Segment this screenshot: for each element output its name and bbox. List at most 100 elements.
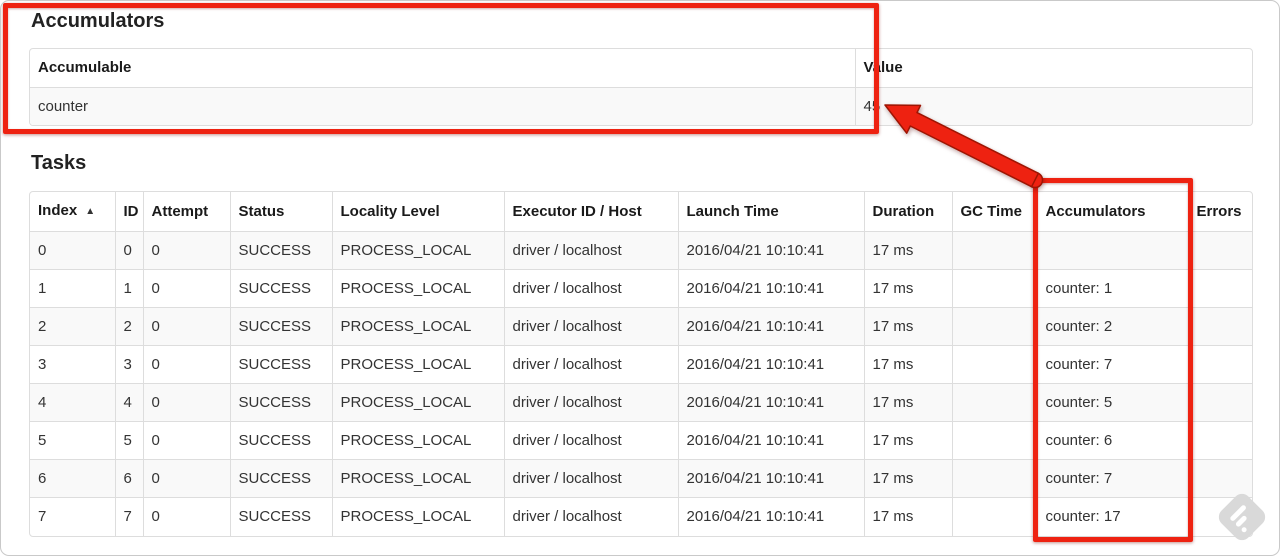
table-cell: 2016/04/21 10:10:41 [677,231,864,270]
table-row: 1 1 0 SUCCESS PROCESS_LOCAL driver / localhos… [30,269,1252,308]
table-cell [951,421,1037,460]
table-cell: 45 [854,86,1252,125]
table-header-row: Accumulable Value [30,49,1252,87]
table-cell: 17 ms [863,421,952,460]
table-cell: counter: 6 [1036,421,1188,460]
table-cell: 3 [30,345,115,384]
table-cell: 0 [142,421,230,460]
table-cell [951,497,1037,536]
table-cell: 17 ms [863,269,952,308]
table-cell: driver / localhost [503,307,678,346]
table-cell [1187,459,1252,498]
table-cell: 0 [142,269,230,308]
spark-ui-page: Accumulators Accumulable Value counter 45… [0,0,1280,556]
table-cell: 2016/04/21 10:10:41 [677,421,864,460]
column-header-locality-level[interactable]: Locality Level [331,192,504,232]
table-cell: PROCESS_LOCAL [331,421,504,460]
column-header-gc-time[interactable]: GC Time [951,192,1037,232]
column-header-label: Index [38,202,78,219]
column-header-value[interactable]: Value [854,49,1252,87]
table-cell: 1 [30,269,115,308]
table-cell [951,269,1037,308]
table-cell: driver / localhost [503,421,678,460]
table-cell: 0 [142,307,230,346]
table-cell: counter: 2 [1036,307,1188,346]
table-cell: counter: 7 [1036,459,1188,498]
table-cell: 2016/04/21 10:10:41 [677,307,864,346]
table-cell: SUCCESS [229,497,332,536]
table-cell: 5 [114,421,143,460]
column-header-duration[interactable]: Duration [863,192,952,232]
column-header-errors[interactable]: Errors [1187,192,1252,232]
table-row: counter 45 [30,86,1252,125]
table-cell: driver / localhost [503,383,678,422]
table-cell: PROCESS_LOCAL [331,459,504,498]
table-cell [1036,231,1188,270]
column-header-index[interactable]: Index ▲ [30,192,115,232]
table-cell [1187,269,1252,308]
table-cell [951,307,1037,346]
table-cell: counter: 17 [1036,497,1188,536]
table-cell: 0 [142,459,230,498]
table-cell [1187,421,1252,460]
table-cell [951,345,1037,384]
table-cell: counter: 1 [1036,269,1188,308]
table-cell: 6 [114,459,143,498]
table-cell: 2016/04/21 10:10:41 [677,345,864,384]
table-cell: 17 ms [863,497,952,536]
table-cell [1187,307,1252,346]
table-cell: 1 [114,269,143,308]
table-cell: 2016/04/21 10:10:41 [677,383,864,422]
table-cell [951,231,1037,270]
table-cell: driver / localhost [503,497,678,536]
table-cell: PROCESS_LOCAL [331,497,504,536]
table-row: 4 4 0 SUCCESS PROCESS_LOCAL driver / localhos… [30,383,1252,422]
table-cell: 17 ms [863,231,952,270]
table-cell: 17 ms [863,383,952,422]
accumulable-table: Accumulable Value counter 45 [29,48,1253,126]
table-cell: 4 [30,383,115,422]
table-cell: 0 [142,383,230,422]
table-cell [951,459,1037,498]
column-header-status[interactable]: Status [229,192,332,232]
table-row: 0 0 0 SUCCESS PROCESS_LOCAL driver / localhos… [30,231,1252,270]
table-cell: PROCESS_LOCAL [331,231,504,270]
tasks-section-title: Tasks [31,152,87,174]
column-header-launch-time[interactable]: Launch Time [677,192,864,232]
table-row: 7 7 0 SUCCESS PROCESS_LOCAL driver / localhos… [30,497,1252,536]
table-cell: 0 [142,497,230,536]
column-header-executor-id-host[interactable]: Executor ID / Host [503,192,678,232]
table-row: 3 3 0 SUCCESS PROCESS_LOCAL driver / localhos… [30,345,1252,384]
column-header-id[interactable]: ID [114,192,143,232]
column-header-accumulable[interactable]: Accumulable [30,49,855,87]
table-cell: PROCESS_LOCAL [331,345,504,384]
table-cell: PROCESS_LOCAL [331,269,504,308]
table-cell: 2 [30,307,115,346]
table-cell: SUCCESS [229,383,332,422]
table-header-row: Index ▲ ID Attempt Status Locality Level … [30,192,1252,232]
table-cell: 17 ms [863,459,952,498]
table-cell: 6 [30,459,115,498]
watermark-dot [1240,526,1248,534]
table-cell: SUCCESS [229,459,332,498]
table-cell: driver / localhost [503,231,678,270]
table-cell: driver / localhost [503,269,678,308]
table-cell: 2016/04/21 10:10:41 [677,269,864,308]
table-cell: 0 [30,231,115,270]
table-cell: 7 [30,497,115,536]
table-cell: 0 [142,345,230,384]
table-cell: PROCESS_LOCAL [331,383,504,422]
table-cell: 2 [114,307,143,346]
column-header-accumulators[interactable]: Accumulators [1036,192,1188,232]
table-cell: 7 [114,497,143,536]
tasks-table: Index ▲ ID Attempt Status Locality Level … [29,191,1253,537]
table-cell [951,383,1037,422]
table-cell: 17 ms [863,345,952,384]
table-cell [1187,345,1252,384]
table-cell: counter: 5 [1036,383,1188,422]
table-cell: 3 [114,345,143,384]
table-cell: driver / localhost [503,345,678,384]
column-header-attempt[interactable]: Attempt [142,192,230,232]
table-cell: SUCCESS [229,345,332,384]
table-cell: 17 ms [863,307,952,346]
